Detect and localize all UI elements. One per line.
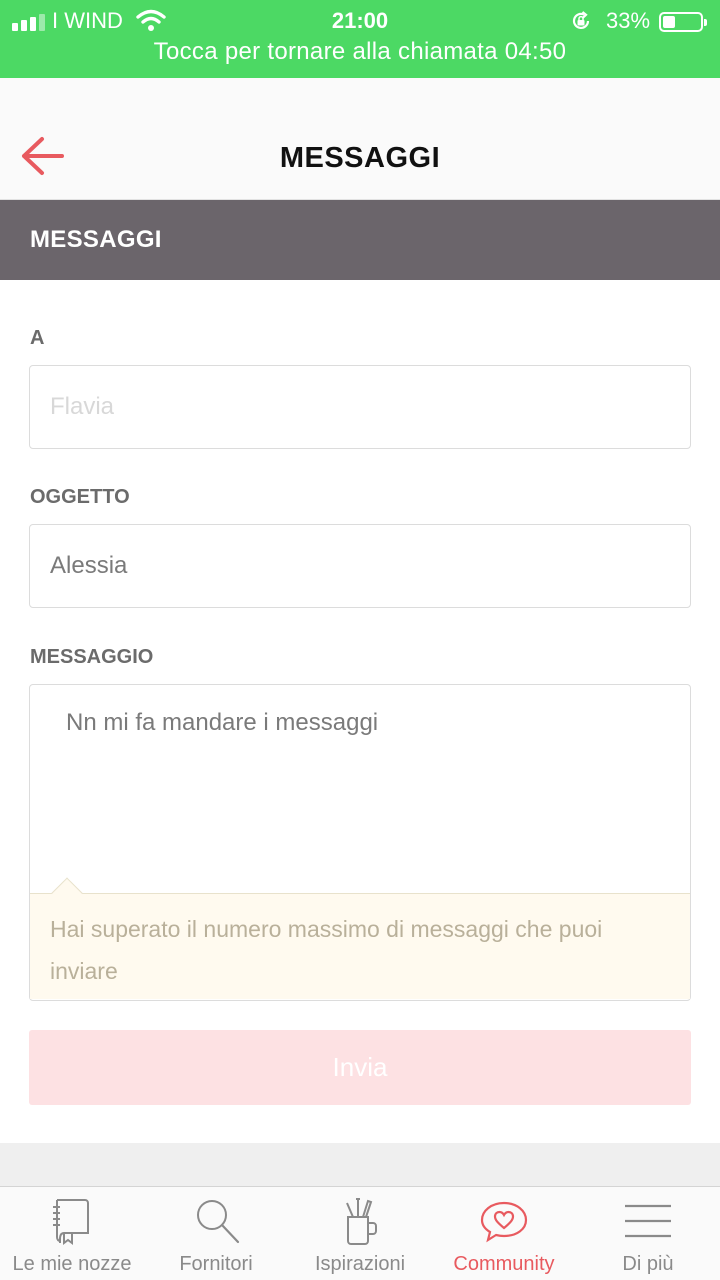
tab-label: Community xyxy=(453,1253,555,1275)
status-top-row: I WIND 21:00 33% xyxy=(0,4,720,36)
tab-di-piu[interactable]: Di più xyxy=(576,1187,720,1280)
tab-community[interactable]: Community xyxy=(432,1187,576,1280)
tab-label: Di più xyxy=(622,1253,674,1275)
tab-label: Fornitori xyxy=(179,1253,253,1275)
tab-bar: Le mie nozze Fornitori Ispirazioni Commu… xyxy=(0,1186,720,1280)
status-bar[interactable]: I WIND 21:00 33% Tocca per tornare alla … xyxy=(0,0,720,78)
message-textarea[interactable]: Nn mi fa mandare i messaggi xyxy=(30,685,690,891)
rotation-lock-icon xyxy=(572,11,590,30)
battery-percent: 33% xyxy=(606,8,651,33)
section-title: MESSAGGI xyxy=(30,226,162,253)
screen: I WIND 21:00 33% Tocca per tornare alla … xyxy=(0,0,720,1280)
battery-icon xyxy=(659,12,707,32)
menu-icon xyxy=(625,1204,671,1238)
tab-le-mie-nozze[interactable]: Le mie nozze xyxy=(0,1187,144,1280)
to-label: A xyxy=(30,327,45,349)
tab-label: Le mie nozze xyxy=(12,1253,132,1275)
pencil-cup-icon xyxy=(346,1198,377,1245)
subject-input[interactable] xyxy=(29,524,691,608)
tab-fornitori[interactable]: Fornitori xyxy=(144,1187,288,1280)
search-icon xyxy=(197,1200,240,1244)
section-header: MESSAGGI xyxy=(0,200,720,280)
tab-label: Ispirazioni xyxy=(314,1253,406,1275)
recipient-input[interactable] xyxy=(29,365,691,449)
error-message-box: Hai superato il numero massimo di messag… xyxy=(30,877,690,999)
message-field: Nn mi fa mandare i messaggi Hai superato… xyxy=(29,684,691,1001)
tab-ispirazioni[interactable]: Ispirazioni xyxy=(288,1187,432,1280)
notebook-icon xyxy=(53,1199,89,1245)
call-banner[interactable]: Tocca per tornare alla chiamata 04:50 xyxy=(0,38,720,66)
navigation-bar: MESSAGGI xyxy=(0,78,720,200)
page-title: MESSAGGI xyxy=(279,142,441,174)
message-label: MESSAGGIO xyxy=(30,646,154,668)
send-button[interactable]: Invia xyxy=(29,1030,691,1105)
footer-divider xyxy=(0,1143,720,1186)
error-message: Hai superato il numero massimo di messag… xyxy=(50,916,603,984)
subject-label: OGGETTO xyxy=(30,486,130,508)
heart-chat-icon xyxy=(480,1201,528,1243)
